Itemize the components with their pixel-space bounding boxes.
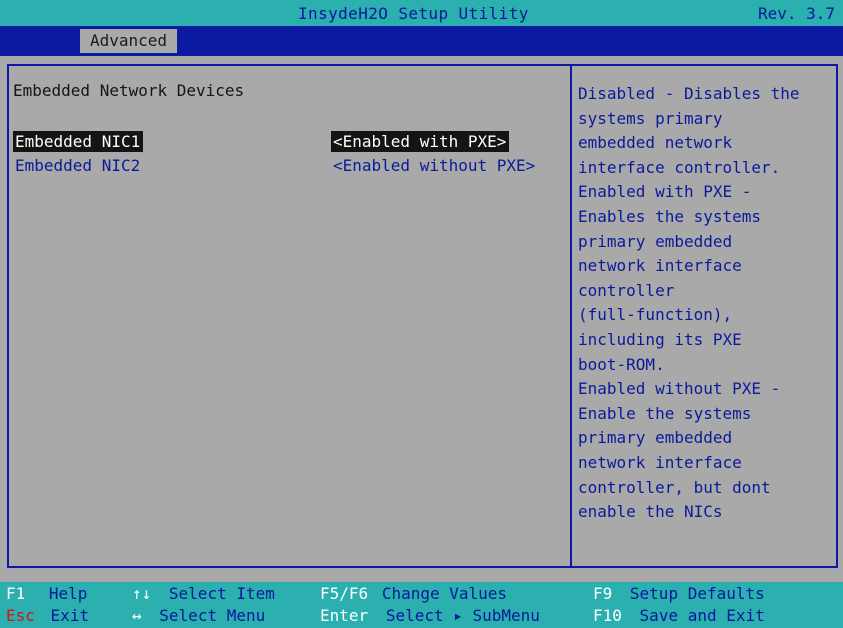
help-line: Disabled - Disables the [578, 84, 800, 103]
action-label: Help [48, 584, 88, 603]
legend-change-values: F5/F6 Change Values [320, 584, 507, 603]
help-line: boot-ROM. [578, 354, 665, 374]
legend-select-submenu: Enter Select ▸ SubMenu [320, 606, 540, 625]
updown-arrows-icon: ↑↓ [132, 584, 152, 603]
action-label: Setup Defaults [629, 584, 765, 603]
legend-save-exit: F10 Save and Exit [593, 606, 765, 625]
help-line: Enabled without PXE - [578, 379, 781, 399]
legend-select-item: ↑↓ Select Item [132, 584, 275, 603]
key-legend-bar: F1 Help ↑↓ Select Item F5/F6 Change Valu… [0, 582, 843, 628]
setting-value[interactable]: <Enabled with PXE> [331, 131, 510, 152]
app-title: InsydeH2O Setup Utility [298, 4, 529, 23]
leftright-arrows-icon: ↔ [132, 606, 142, 625]
help-line: controller [578, 280, 675, 300]
action-label: Select ▸ SubMenu [385, 606, 540, 625]
legend-help: F1 Help [6, 584, 87, 603]
help-line: primary embedded [578, 428, 733, 448]
help-line: Enable the systems [578, 403, 752, 423]
tab-advanced[interactable]: Advanced [80, 29, 178, 53]
help-line: Enables the systems [578, 206, 762, 226]
key-esc: Esc [6, 606, 35, 625]
legend-select-menu: ↔ Select Menu [132, 606, 265, 625]
key-f10: F10 [593, 606, 622, 625]
action-label: Change Values [381, 584, 508, 603]
setting-value[interactable]: <Enabled without PXE> [331, 155, 538, 176]
revision-label: Rev. 3.7 [757, 4, 835, 23]
help-line: network interface [578, 256, 742, 276]
setting-row-embedded-nic1[interactable]: Embedded NIC1 <Enabled with PXE> [13, 131, 563, 153]
setting-label[interactable]: Embedded NIC1 [13, 131, 144, 152]
action-label: Exit [50, 606, 90, 625]
help-line: systems primary [578, 108, 723, 128]
action-label: Select Menu [159, 606, 266, 625]
key-f5-f6: F5/F6 [320, 584, 369, 603]
help-panel: Disabled - Disables the systems primary … [578, 82, 830, 525]
legend-exit: Esc Exit [6, 606, 89, 625]
title-bar: InsydeH2O Setup Utility Rev. 3.7 [0, 0, 843, 26]
key-enter: Enter [320, 606, 369, 625]
setting-row-embedded-nic2[interactable]: Embedded NIC2 <Enabled without PXE> [13, 155, 563, 177]
help-line: primary embedded [578, 231, 733, 251]
panel-divider [570, 64, 572, 568]
help-line: including its PXE [578, 329, 742, 349]
legend-setup-defaults: F9 Setup Defaults [593, 584, 765, 603]
key-f9: F9 [593, 584, 613, 603]
help-line: network interface [578, 452, 742, 472]
help-line: embedded network [578, 133, 733, 153]
help-line: interface controller. [578, 157, 781, 177]
section-title: Embedded Network Devices [13, 81, 245, 100]
action-label: Save and Exit [639, 606, 765, 625]
help-line: controller, but dont [578, 477, 771, 497]
menu-bar: Advanced [0, 26, 843, 56]
help-line: (full-function), [578, 305, 733, 325]
setting-label[interactable]: Embedded NIC2 [13, 155, 143, 176]
help-line: Enabled with PXE - [578, 182, 752, 202]
key-f1: F1 [6, 584, 26, 603]
help-line: enable the NICs [578, 502, 723, 522]
action-label: Select Item [168, 584, 275, 603]
